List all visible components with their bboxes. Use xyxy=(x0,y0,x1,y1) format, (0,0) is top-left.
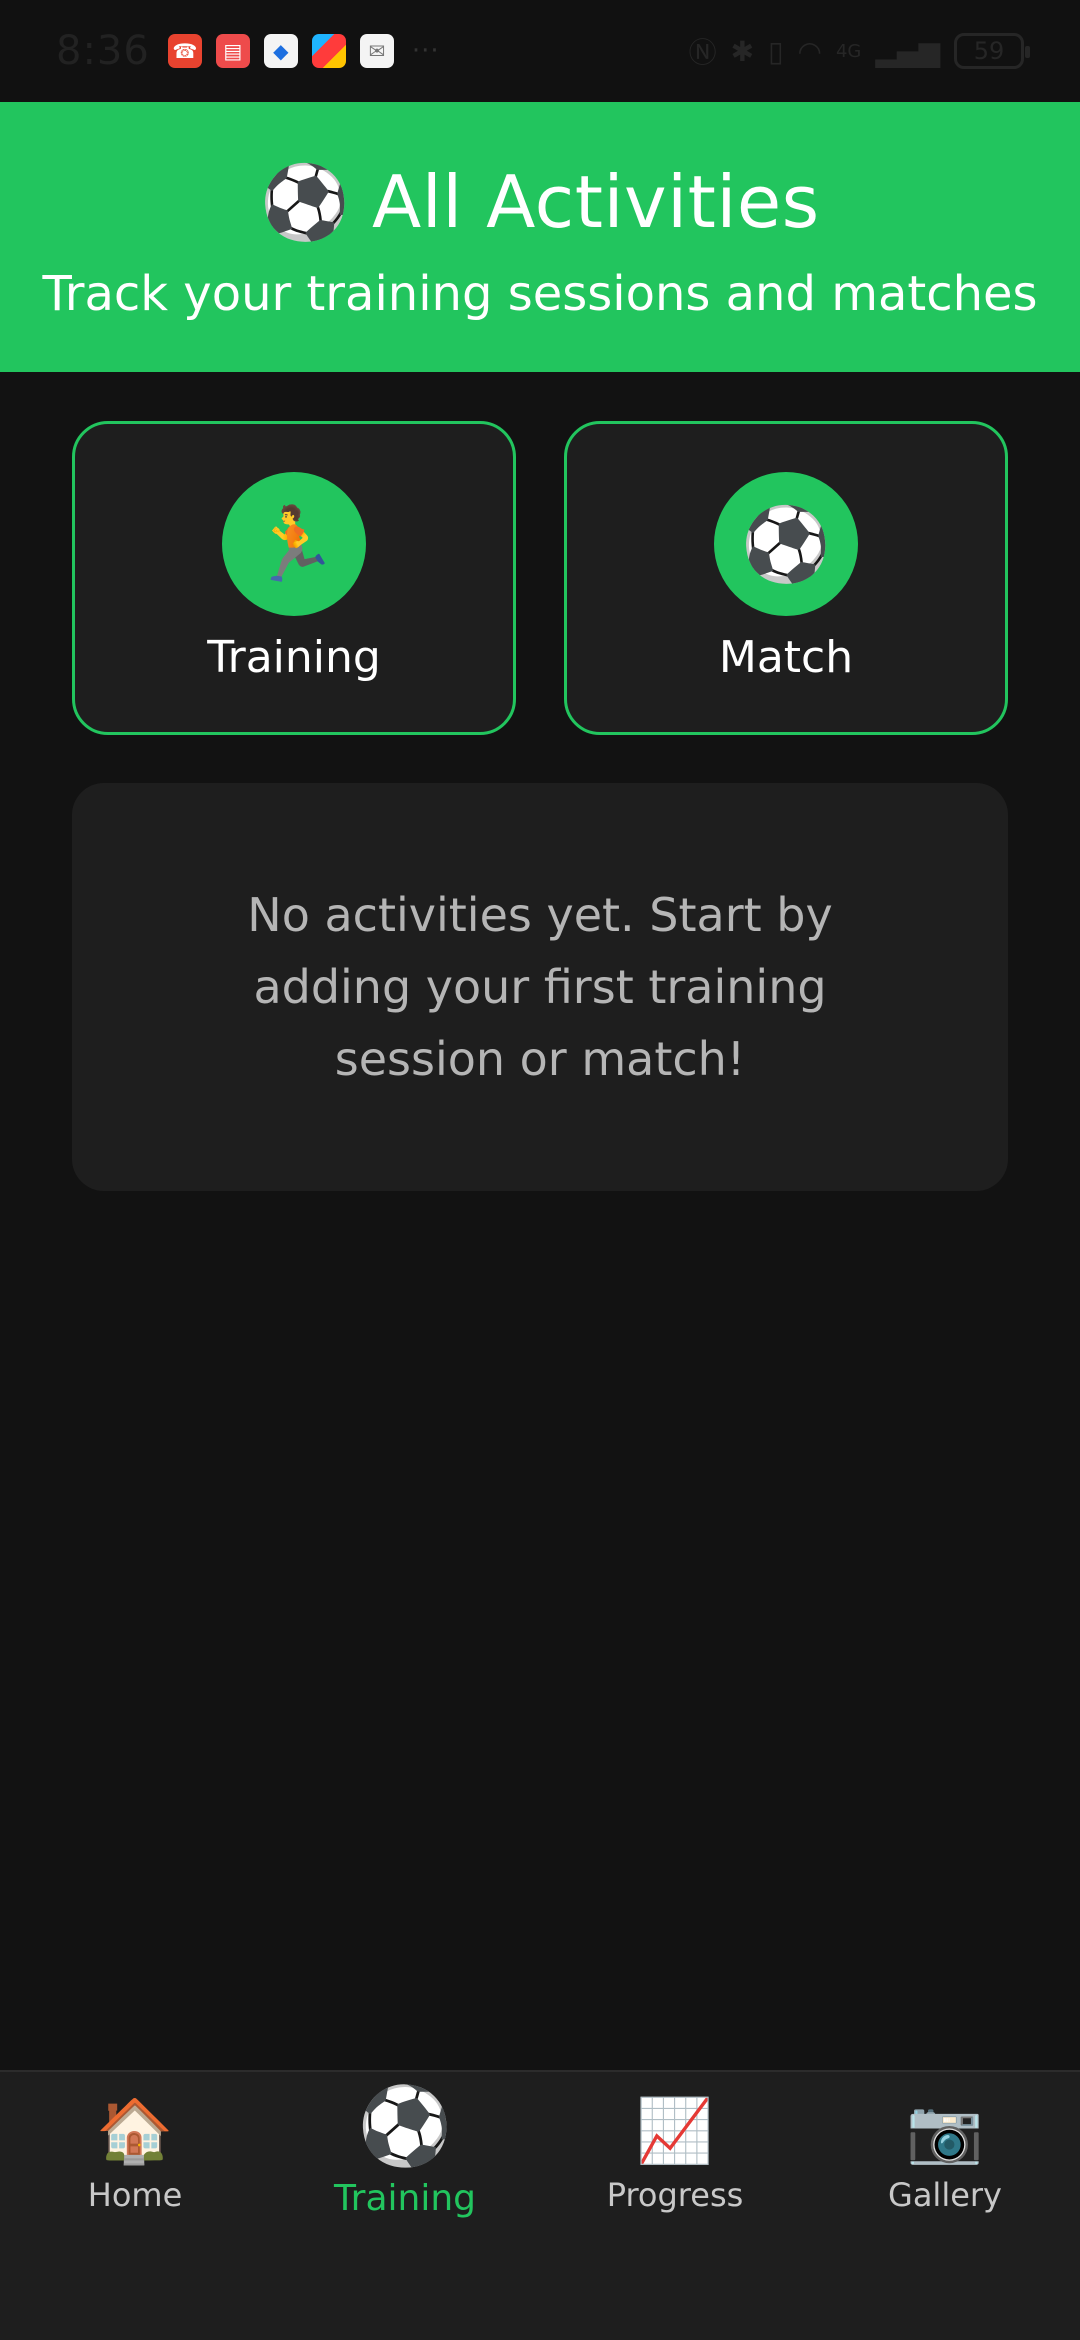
page-subtitle: Track your training sessions and matches xyxy=(42,266,1038,322)
mail-icon: ✉ xyxy=(359,34,394,68)
soccer-ball-icon: ⚽ xyxy=(714,472,858,616)
battery-level: 59 xyxy=(973,37,1005,65)
signal-icon: ▂▄▆ xyxy=(875,34,940,68)
house-icon: 🏠 xyxy=(96,2094,174,2167)
missed-call-icon: ☎ xyxy=(167,34,202,68)
battery-icon: 59 xyxy=(954,33,1030,69)
nav-item-progress[interactable]: 📈 Progress xyxy=(540,2072,810,2340)
empty-state-card: No activities yet. Start by adding your … xyxy=(72,783,1008,1191)
wifi-icon: ◠ xyxy=(797,34,822,68)
nav-item-home[interactable]: 🏠 Home xyxy=(0,2072,270,2340)
vibrate-icon: ▯ xyxy=(768,34,784,68)
chart-increasing-icon: 📈 xyxy=(636,2094,714,2167)
header-title-row: ⚽ All Activities xyxy=(0,160,1080,244)
page-header: ⚽ All Activities Track your training ses… xyxy=(0,102,1080,372)
page-title: All Activities xyxy=(372,160,820,244)
status-bar: 8:36 ☎ ▤ ◆ ✉ ··· Ⓝ ✱ ▯ ◠ 4G ▂▄▆ 59 xyxy=(0,0,1080,102)
soccer-ball-icon: ⚽ xyxy=(260,160,351,244)
network-type: 4G xyxy=(835,40,862,62)
nfc-icon: Ⓝ xyxy=(688,36,717,69)
status-time: 8:36 xyxy=(56,28,150,74)
app-screen: 8:36 ☎ ▤ ◆ ✉ ··· Ⓝ ✱ ▯ ◠ 4G ▂▄▆ 59 ⚽ All… xyxy=(0,0,1080,2340)
empty-state-message: No activities yet. Start by adding your … xyxy=(247,888,833,1086)
shield-icon: ◆ xyxy=(263,34,298,68)
bluetooth-icon: ✱ xyxy=(730,34,755,68)
match-label: Match xyxy=(718,632,854,683)
play-store-icon xyxy=(311,34,346,68)
add-training-button[interactable]: 🏃 Training xyxy=(72,421,516,735)
book-app-icon: ▤ xyxy=(215,34,250,68)
running-person-icon: 🏃 xyxy=(222,472,366,616)
nav-label-home: Home xyxy=(87,2176,183,2214)
nav-label-training: Training xyxy=(333,2178,477,2219)
add-match-button[interactable]: ⚽ Match xyxy=(564,421,1008,735)
nav-label-gallery: Gallery xyxy=(888,2176,1002,2214)
nav-label-progress: Progress xyxy=(606,2176,744,2214)
nav-item-training[interactable]: ⚽ Training xyxy=(270,2072,540,2340)
training-label: Training xyxy=(207,632,381,683)
nav-item-gallery[interactable]: 📷 Gallery xyxy=(810,2072,1080,2340)
system-icons: Ⓝ ✱ ▯ ◠ 4G ▂▄▆ 59 xyxy=(688,31,1030,71)
camera-icon: 📷 xyxy=(906,2094,984,2167)
more-notifications-icon: ··· xyxy=(411,36,440,66)
soccer-ball-icon: ⚽ xyxy=(357,2081,453,2170)
notification-icons: ☎ ▤ ◆ ✉ ··· xyxy=(167,34,440,68)
bottom-navigation: 🏠 Home ⚽ Training 📈 Progress 📷 Gallery xyxy=(0,2070,1080,2340)
